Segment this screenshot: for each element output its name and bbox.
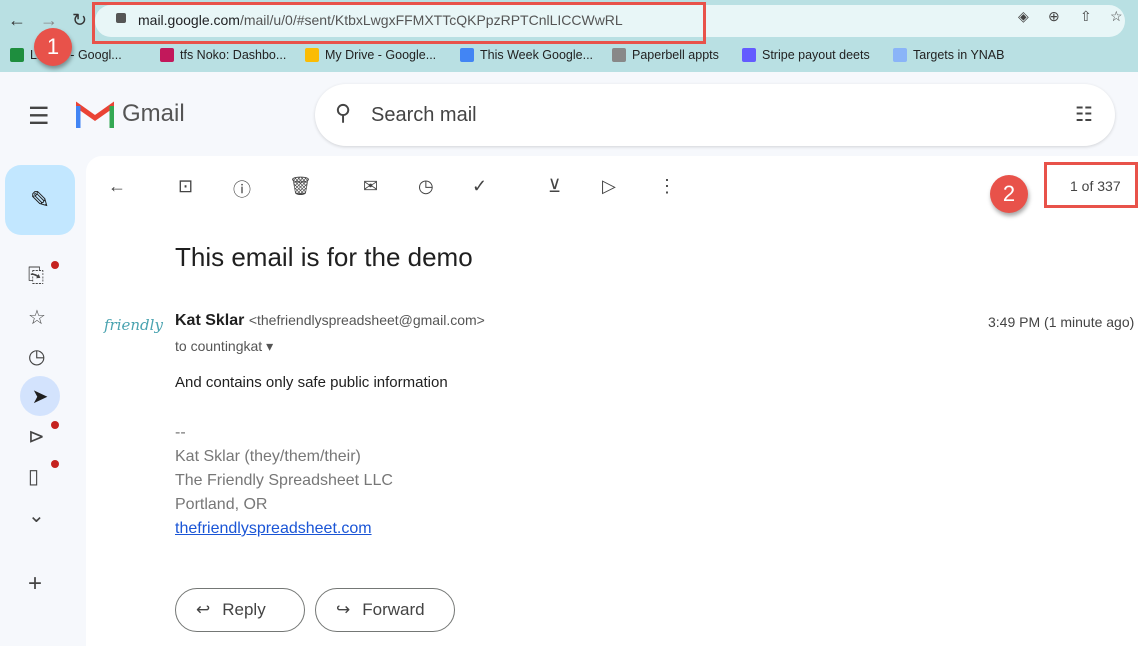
filter-options-icon[interactable]: ☷	[1075, 102, 1093, 127]
zoom-icon[interactable]: ⊕	[1048, 8, 1060, 25]
pencil-icon: ✎	[29, 186, 51, 214]
mark-unread-icon[interactable]: ✉	[363, 176, 378, 197]
more-options-icon[interactable]: ⋮	[658, 176, 676, 197]
compose-button[interactable]: ✎	[5, 165, 75, 235]
add-task-icon[interactable]: ✓	[472, 176, 487, 197]
gmail-m-icon	[76, 101, 114, 128]
email-subject: This email is for the demo	[175, 242, 473, 272]
bookmark-favicon-icon	[612, 48, 626, 62]
forward-label: Forward	[362, 600, 425, 619]
unread-dot	[51, 261, 59, 269]
signature-location: Portland, OR	[175, 496, 268, 513]
delete-icon[interactable]: 🗑	[289, 176, 312, 197]
bookmark-favicon-icon	[742, 48, 756, 62]
bookmark-label: My Drive - Google...	[325, 48, 437, 62]
bookmark-item[interactable]: Targets in YNAB	[893, 48, 1004, 62]
drafts-dot	[51, 460, 59, 468]
bookmark-favicon-icon	[160, 48, 174, 62]
bookmark-item[interactable]: tfs Noko: Dashbo...	[160, 48, 286, 62]
search-input[interactable]: Search mail	[371, 104, 477, 127]
signature-name: Kat Sklar (they/them/their)	[175, 448, 361, 465]
scheduled-dot	[51, 421, 59, 429]
forward-button[interactable]: ↪ Forward	[315, 588, 455, 632]
sent-icon[interactable]: ➤	[20, 376, 60, 416]
caret-down-icon: ▾	[266, 338, 274, 354]
bookmark-label: tfs Noko: Dashbo...	[180, 48, 287, 62]
recipient-text: to countingkat	[175, 338, 263, 354]
bookmark-favicon-icon	[10, 48, 24, 62]
reload-icon[interactable]: ↻	[72, 10, 87, 31]
move-to-icon[interactable]: ⊻	[548, 176, 561, 197]
back-to-list-icon[interactable]: ←	[108, 176, 126, 197]
scheduled-icon[interactable]: ⊳	[28, 424, 45, 449]
bookmark-label: Stripe payout deets	[762, 48, 870, 62]
gmail-wordmark: Gmail	[122, 100, 185, 127]
drafts-icon[interactable]: ▯	[28, 464, 39, 489]
bookmark-label: Paperbell appts	[632, 48, 719, 62]
bookmark-favicon-icon	[893, 48, 907, 62]
sender-line: Kat Sklar <thefriendlyspreadsheet@gmail.…	[175, 312, 485, 330]
more-chevron-icon[interactable]: ⌄	[28, 503, 45, 528]
report-spam-icon[interactable]: ⓘ	[233, 176, 251, 202]
forward-arrow-icon: ↪	[336, 600, 351, 619]
search-bar[interactable]: ⚲ Search mail ☷	[315, 84, 1115, 146]
bookmark-star-icon[interactable]: ☆	[1110, 8, 1123, 25]
sender-avatar[interactable]: friendly	[104, 316, 163, 334]
reply-icon: ↩	[196, 600, 211, 619]
gmail-logo[interactable]: Gmail	[76, 100, 185, 128]
bookmark-label: This Week Google...	[480, 48, 594, 62]
email-body: And contains only safe public informatio…	[175, 374, 448, 391]
signature-company: The Friendly Spreadsheet LLC	[175, 472, 393, 489]
sender-email: <thefriendlyspreadsheet@gmail.com>	[248, 312, 485, 328]
bookmark-label: Targets in YNAB	[913, 48, 1005, 62]
share-icon[interactable]: ⇧	[1080, 8, 1092, 25]
annotation-badge-2: 2	[990, 175, 1028, 213]
inbox-icon[interactable]: ⎘	[28, 265, 44, 288]
bookmark-item[interactable]: Paperbell appts	[612, 48, 719, 62]
bookmark-item[interactable]: Stripe payout deets	[742, 48, 870, 62]
bookmark-item[interactable]: This Week Google...	[460, 48, 593, 62]
back-icon[interactable]: ←	[8, 10, 26, 31]
bookmark-favicon-icon	[460, 48, 474, 62]
reply-label: Reply	[222, 600, 266, 619]
annotation-badge-1: 1	[34, 28, 72, 66]
label-icon[interactable]: ▷	[602, 176, 616, 197]
reply-button[interactable]: ↩ Reply	[175, 588, 305, 632]
extension-icon[interactable]: ◈	[1018, 8, 1029, 25]
signature-link[interactable]: thefriendlyspreadsheet.com	[175, 520, 372, 538]
archive-icon[interactable]: ⊡	[178, 176, 193, 197]
email-timestamp: 3:49 PM (1 minute ago)	[988, 314, 1135, 330]
annotation-box-pagination	[1044, 162, 1138, 208]
search-icon: ⚲	[335, 100, 352, 125]
snooze-icon[interactable]: ◷	[418, 176, 434, 197]
snoozed-icon[interactable]: ◷	[28, 344, 45, 369]
sender-name[interactable]: Kat Sklar	[175, 312, 244, 329]
bookmark-item[interactable]: My Drive - Google...	[305, 48, 436, 62]
annotation-box-url	[92, 2, 706, 44]
create-label-icon[interactable]: +	[28, 570, 42, 598]
email-view: ← ⊡ ⓘ 🗑 ✉ ◷ ✓ ⊻ ▷ ⋮ 1 of 337	[86, 156, 1138, 646]
menu-icon[interactable]: ☰	[28, 102, 50, 131]
bookmark-favicon-icon	[305, 48, 319, 62]
recipient-dropdown[interactable]: to countingkat ▾	[175, 338, 273, 355]
starred-icon[interactable]: ☆	[28, 305, 46, 330]
signature-separator: --	[175, 424, 186, 441]
